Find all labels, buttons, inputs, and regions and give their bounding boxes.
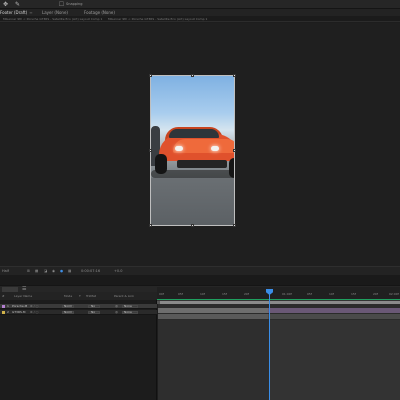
layer-duration-bar[interactable] xyxy=(158,314,268,319)
layer-duration-bar[interactable] xyxy=(268,314,400,319)
transform-handle[interactable] xyxy=(149,224,152,227)
column-header-mode: Mode xyxy=(64,294,73,298)
tab-composition[interactable]: Footer (Draft) ≡ xyxy=(0,10,33,15)
resolution-icon[interactable]: ⊞ xyxy=(27,269,30,274)
column-header-name[interactable]: Layer Name xyxy=(14,293,32,299)
ruler-tick: 02:00f xyxy=(389,292,399,296)
switches-icon[interactable]: ⚙ ∕ ▢ xyxy=(30,304,38,309)
layer-parent: None xyxy=(124,310,132,314)
car-grille xyxy=(177,160,227,168)
empty-track-area xyxy=(158,320,270,400)
transparency-icon[interactable]: ▩ xyxy=(68,269,71,274)
layer-track[interactable] xyxy=(158,308,400,313)
layer-name[interactable]: Porsche.M xyxy=(12,304,27,309)
ruler-tick: 10f xyxy=(329,292,334,296)
exposure-value[interactable]: +0.0 xyxy=(114,269,123,274)
selection-tool-icon[interactable]: ✥ xyxy=(2,1,9,8)
transform-handle[interactable] xyxy=(149,149,152,152)
car-headlight-right xyxy=(211,146,219,151)
layer-mode: Norm xyxy=(64,310,73,314)
car-headlight-left xyxy=(175,146,183,151)
layer-row[interactable]: 2 GT3RS.M ⚙ ∕ ▢ Norm No @ None xyxy=(0,310,157,315)
transform-handle[interactable] xyxy=(233,74,236,77)
timeline-tracks[interactable] xyxy=(158,304,400,400)
ruler-tick: 15f xyxy=(222,292,227,296)
video-frame[interactable] xyxy=(150,75,235,226)
layer-duration-bar[interactable] xyxy=(158,308,268,313)
breadcrumb: Mbunner 9th < Porsche GT3RS - Satellite … xyxy=(0,16,400,22)
layer-trkmat: No xyxy=(91,304,96,308)
work-area-indicator xyxy=(157,299,400,300)
car-wheel xyxy=(155,154,167,174)
ruler-tick: 05f xyxy=(307,292,312,296)
transform-handle[interactable] xyxy=(233,224,236,227)
ruler-tick: 15f xyxy=(351,292,356,296)
transform-handle[interactable] xyxy=(191,74,194,77)
column-header-t: T xyxy=(79,294,81,298)
ruler-tick: 20f xyxy=(373,292,378,296)
layer-mode: Norm xyxy=(64,304,73,308)
ruler-tick: 10f xyxy=(200,292,205,296)
timeline-column-headers: # Layer Name Mode T TrkMat Parent & Link xyxy=(0,292,157,300)
tab-footage[interactable]: Footage (None) xyxy=(84,10,115,15)
car-wheel xyxy=(229,158,234,178)
grid-icon[interactable]: ▦ xyxy=(35,269,38,274)
switches-icon[interactable]: ⚙ ∕ ▢ xyxy=(30,310,38,315)
ruler-tick: 05f xyxy=(178,292,183,296)
brush-tool-icon[interactable]: ✎ xyxy=(14,1,21,8)
breadcrumb-item[interactable]: Mbunner 9th < Porsche GT3RS - Satellite … xyxy=(3,17,102,21)
layer-row[interactable]: 1 Porsche.M ⚙ ∕ ▢ Norm No @ None xyxy=(0,304,157,309)
layer-trkmat: No xyxy=(91,310,96,314)
zoom-select[interactable]: Half xyxy=(2,269,9,274)
ground xyxy=(151,178,234,225)
top-toolbar: ✥ ✎ ☐ Snapping xyxy=(0,0,400,9)
timecode-display[interactable]: 0:00:07:16 xyxy=(81,269,100,274)
breadcrumb-item[interactable]: Mbunner 9th < Porsche GT3RS - Satellite … xyxy=(108,17,207,21)
car-windshield xyxy=(169,129,219,138)
layer-list: 1 Porsche.M ⚙ ∕ ▢ Norm No @ None 2 GT3RS… xyxy=(0,300,157,400)
column-header-parent: Parent & Link xyxy=(114,294,134,298)
panel-tab-row: Footer (Draft) ≡ Layer (None) Footage (No… xyxy=(0,9,400,16)
layer-color-swatch[interactable] xyxy=(2,305,5,308)
transform-handle[interactable] xyxy=(233,149,236,152)
layer-name[interactable]: GT3RS.M xyxy=(12,310,26,315)
ruler-tick: 20f xyxy=(244,292,249,296)
layer-duration-bar[interactable] xyxy=(268,308,400,313)
transform-handle[interactable] xyxy=(191,224,194,227)
layer-color-swatch[interactable] xyxy=(2,311,5,314)
layer-number: 1 xyxy=(7,304,9,308)
viewer-toolbar: Half ⊞ ▦ ◪ ◉ ● ▩ 0:00:07:16 +0.0 xyxy=(0,266,400,275)
column-header-trkmat: TrkMat xyxy=(86,294,96,298)
layer-number: 2 xyxy=(7,310,9,314)
tab-layer[interactable]: Layer (None) xyxy=(42,10,68,15)
empty-track-area xyxy=(270,320,400,400)
playhead-line[interactable] xyxy=(269,289,270,400)
column-header-number: # xyxy=(2,294,5,298)
parent-pickwhip-icon[interactable]: @ xyxy=(115,310,118,315)
parent-pickwhip-icon[interactable]: @ xyxy=(115,304,118,309)
ruler-tick: 00f xyxy=(159,292,164,296)
transform-handle[interactable] xyxy=(149,74,152,77)
snapping-checkbox-icon[interactable]: ☐ xyxy=(58,1,65,8)
layer-track[interactable] xyxy=(158,314,400,319)
panel-divider xyxy=(0,275,400,285)
snapping-label: Snapping xyxy=(66,2,83,6)
camera-icon[interactable]: ◉ xyxy=(52,269,55,274)
mask-icon[interactable]: ◪ xyxy=(44,269,47,274)
ruler-tick: 01:00f xyxy=(282,292,292,296)
layer-parent: None xyxy=(124,304,132,308)
color-channel-icon[interactable]: ● xyxy=(60,269,63,274)
